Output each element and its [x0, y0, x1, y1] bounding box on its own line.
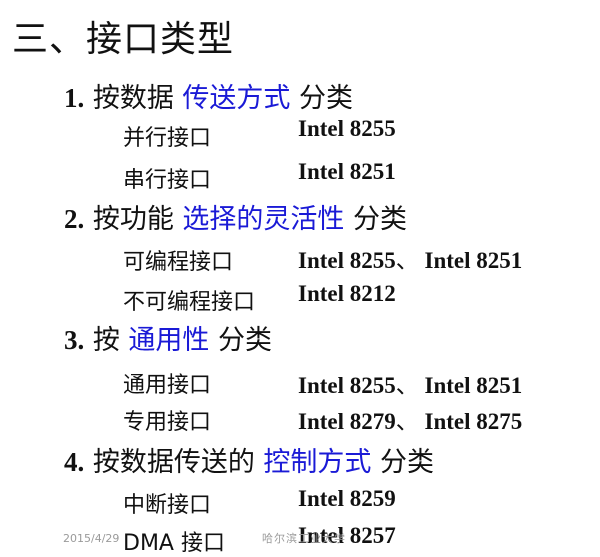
section-text-suffix: 分类	[290, 83, 354, 114]
chip-model: Intel 8255	[298, 373, 396, 398]
chip-model: Intel 8279	[298, 409, 396, 434]
section-highlight: 控制方式	[263, 447, 372, 478]
interface-name: 并行接口	[123, 126, 212, 151]
section-text: 按功能	[84, 204, 183, 235]
separator: 、	[395, 248, 419, 274]
chip-model: Intel 8251	[418, 373, 523, 398]
section-highlight: 选择的灵活性	[182, 204, 345, 235]
interface-name: 中断接口	[123, 493, 212, 518]
section-text-suffix: 分类	[344, 204, 408, 235]
chip-model: Intel 8251	[298, 159, 396, 184]
footer-date: 2015/4/29	[63, 532, 120, 545]
chip-model: Intel 8275	[418, 409, 523, 434]
separator: 、	[395, 409, 419, 435]
chip-model: Intel 8259	[298, 486, 396, 511]
chip-model: Intel 8255	[298, 248, 396, 273]
slide: 三、接口类型 1. 按数据 传送方式 分类 并行接口 Intel 8255 串行…	[0, 0, 600, 556]
section-heading-2: 2. 按功能 选择的灵活性 分类	[64, 197, 407, 236]
section-highlight: 通用性	[128, 325, 210, 356]
chip-model: Intel 8212	[298, 281, 396, 306]
chip-model: Intel 8251	[418, 248, 523, 273]
section-heading-3: 3. 按 通用性 分类	[64, 318, 272, 357]
interface-name: 专用接口	[123, 410, 212, 435]
footer-school: 哈尔滨工业大学	[262, 532, 346, 545]
chip-model-pair: Intel 8279、 Intel 8275	[298, 402, 522, 436]
slide-title: 三、接口类型	[12, 19, 235, 60]
section-text: 按数据传送的	[84, 447, 264, 478]
section-number: 3.	[64, 325, 85, 355]
section-text-suffix: 分类	[209, 325, 273, 356]
section-text: 按	[84, 325, 129, 356]
separator: 、	[395, 373, 419, 399]
interface-name: DMA 接口	[123, 531, 225, 556]
section-text: 按数据	[84, 83, 183, 114]
chip-model-pair: Intel 8255、 Intel 8251	[298, 241, 522, 275]
interface-name: 可编程接口	[123, 250, 234, 275]
interface-name: 不可编程接口	[123, 290, 256, 315]
section-heading-1: 1. 按数据 传送方式 分类	[64, 76, 353, 115]
section-heading-4: 4. 按数据传送的 控制方式 分类	[64, 440, 434, 479]
interface-name: 串行接口	[123, 168, 212, 193]
section-highlight: 传送方式	[182, 83, 291, 114]
section-number: 2.	[64, 204, 85, 234]
interface-name: 通用接口	[123, 373, 212, 398]
chip-model: Intel 8255	[298, 116, 396, 141]
section-number: 4.	[64, 447, 85, 477]
section-number: 1.	[64, 83, 85, 113]
section-text-suffix: 分类	[371, 447, 435, 478]
chip-model-pair: Intel 8255、 Intel 8251	[298, 366, 522, 400]
